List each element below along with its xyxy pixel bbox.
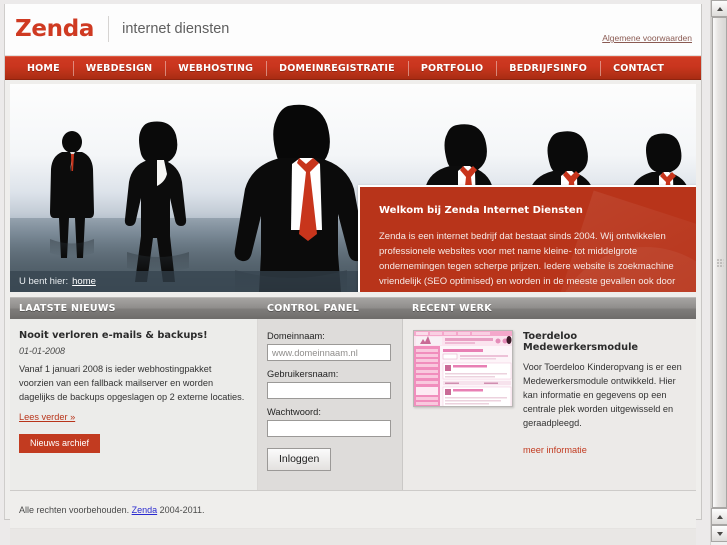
terms-and-conditions-link[interactable]: Algemene voorwaarden: [602, 33, 692, 43]
column-latest-news: Nooit verloren e-mails & backups! 01-01-…: [10, 319, 258, 490]
nav-item-webhosting[interactable]: WEBHOSTING: [165, 57, 266, 80]
news-archive-button[interactable]: Nieuws archief: [19, 434, 101, 453]
silhouette-person-1: [50, 131, 94, 258]
scrollbar-track[interactable]: [711, 17, 727, 508]
news-item-body: Vanaf 1 januari 2008 is ieder webhosting…: [19, 364, 245, 402]
welcome-title: Welkom bij Zenda Internet Diensten: [379, 205, 583, 216]
breadcrumb-prefix: U bent hier:: [19, 276, 69, 287]
recent-work-item: Toerdeloo Medewerkersmodule Voor Toerdel…: [413, 330, 686, 458]
scroll-down-button[interactable]: [711, 508, 727, 525]
chevron-up-icon-secondary: [716, 514, 723, 519]
site-header: Zenda internet diensten Algemene voorwaa…: [5, 4, 701, 56]
news-item-date: 01-01-2008: [19, 346, 66, 356]
scrollbar-grip-icon: [716, 258, 723, 267]
vertical-scrollbar[interactable]: [710, 0, 727, 545]
nav-item-home[interactable]: HOME: [14, 57, 73, 80]
footer-text-after: 2004-2011.: [159, 504, 205, 515]
silhouette-person-2: [124, 121, 189, 282]
username-label: Gebruikersnaam:: [267, 369, 339, 379]
scroll-up-button[interactable]: [711, 0, 727, 17]
screenshot-root: Zenda internet diensten Algemene voorwaa…: [0, 0, 727, 545]
domain-label: Domeinnaam:: [267, 331, 325, 341]
footer-zenda-link[interactable]: Zenda: [132, 505, 158, 515]
chevron-down-icon: [716, 531, 723, 536]
content-columns: Nooit verloren e-mails & backups! 01-01-…: [10, 319, 696, 491]
footer-spacer: [10, 529, 696, 545]
logo-text: Zenda: [15, 15, 95, 42]
nav-item-bedrijfsinfo[interactable]: BEDRIJFSINFO: [496, 57, 600, 80]
website-screenshot-thumbnail-image: [414, 331, 512, 406]
logo-tagline: internet diensten: [122, 20, 230, 37]
scrollbar-thumb[interactable]: [712, 17, 727, 508]
nav-item-contact[interactable]: CONTACT: [600, 57, 677, 80]
news-item-title: Nooit verloren e-mails & backups!: [19, 330, 208, 341]
password-input[interactable]: [267, 420, 391, 437]
welcome-panel-inner: Welkom bij Zenda Internet Diensten Zenda…: [360, 187, 696, 292]
welcome-paragraph-1: Zenda is een internet bedrijf dat bestaa…: [379, 231, 676, 292]
hero-banner: U bent hier: home Welkom bij Zenda Inter…: [10, 84, 696, 292]
footer-text-before: Alle rechten voorbehouden.: [19, 504, 130, 515]
news-read-more-link[interactable]: Lees verder »: [19, 412, 75, 422]
recent-work-more-link[interactable]: meer informatie: [523, 445, 587, 455]
scroll-down-button-bottom[interactable]: [711, 525, 727, 542]
logo-divider: [108, 16, 110, 42]
main-navigation: HOME WEBDESIGN WEBHOSTING DOMEINREGISTRA…: [5, 56, 701, 80]
nav-item-domeinregistratie[interactable]: DOMEINREGISTRATIE: [266, 57, 408, 80]
browser-viewport: Zenda internet diensten Algemene voorwaa…: [0, 0, 710, 545]
domain-input[interactable]: [267, 344, 391, 361]
breadcrumb-link-home[interactable]: home: [72, 276, 96, 287]
password-label: Wachtwoord:: [267, 407, 321, 417]
section-title-control-panel: CONTROL PANEL: [267, 303, 360, 314]
recent-work-text: Toerdeloo Medewerkersmodule Voor Toerdel…: [523, 330, 686, 458]
website-container: Zenda internet diensten Algemene voorwaa…: [4, 4, 702, 545]
column-recent-work: Toerdeloo Medewerkersmodule Voor Toerdel…: [403, 319, 696, 490]
login-button[interactable]: Inloggen: [267, 448, 332, 471]
nav-item-portfolio[interactable]: PORTFOLIO: [407, 57, 496, 80]
welcome-panel: Welkom bij Zenda Internet Diensten Zenda…: [358, 185, 696, 292]
brand-logo[interactable]: Zenda internet diensten: [15, 14, 229, 44]
site-footer: Alle rechten voorbehouden. Zenda 2004-20…: [10, 491, 696, 529]
column-control-panel: Domeinnaam: Gebruikersnaam: Wachtwoord: …: [258, 319, 403, 490]
nav-item-webdesign[interactable]: WEBDESIGN: [72, 57, 166, 80]
section-title-recent-werk: RECENT WERK: [412, 303, 492, 314]
footer-copyright: Alle rechten voorbehouden. Zenda 2004-20…: [19, 505, 205, 515]
section-header-bar: LAATSTE NIEUWS CONTROL PANEL RECENT WERK: [10, 297, 696, 319]
silhouette-person-main: [234, 104, 366, 292]
chevron-up-icon: [716, 6, 723, 11]
section-title-laatste-nieuws: LAATSTE NIEUWS: [19, 303, 116, 314]
username-input[interactable]: [267, 382, 391, 399]
recent-work-title: Toerdeloo Medewerkersmodule: [523, 331, 639, 353]
recent-work-body: Voor Toerdeloo Kinderopvang is er een Me…: [523, 362, 682, 428]
recent-work-thumbnail[interactable]: [413, 330, 513, 407]
